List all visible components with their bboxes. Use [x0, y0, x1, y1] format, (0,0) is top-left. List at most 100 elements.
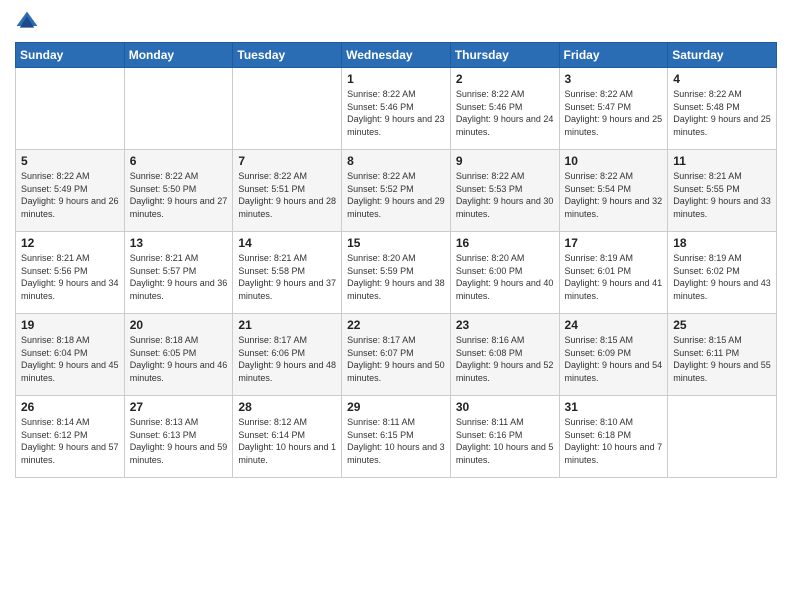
- day-number: 1: [347, 72, 445, 86]
- day-cell: 15 Sunrise: 8:20 AM Sunset: 5:59 PM Dayli…: [342, 232, 451, 314]
- day-cell: [668, 396, 777, 478]
- day-cell: 16 Sunrise: 8:20 AM Sunset: 6:00 PM Dayli…: [450, 232, 559, 314]
- day-info: Sunrise: 8:14 AM Sunset: 6:12 PM Dayligh…: [21, 416, 119, 466]
- page-header: [15, 10, 777, 34]
- day-info: Sunrise: 8:22 AM Sunset: 5:52 PM Dayligh…: [347, 170, 445, 220]
- day-cell: 12Sunrise: 8:21 AM Sunset: 5:56 PM Dayli…: [16, 232, 125, 314]
- day-number: 11: [673, 154, 771, 168]
- day-cell: 21Sunrise: 8:17 AM Sunset: 6:06 PM Dayli…: [233, 314, 342, 396]
- day-info: Sunrise: 8:22 AM Sunset: 5:47 PM Dayligh…: [565, 88, 663, 138]
- day-info: Sunrise: 8:17 AM Sunset: 6:07 PM Dayligh…: [347, 334, 445, 384]
- day-cell: 2Sunrise: 8:22 AM Sunset: 5:46 PM Daylig…: [450, 68, 559, 150]
- day-cell: 13Sunrise: 8:21 AM Sunset: 5:57 PM Dayli…: [124, 232, 233, 314]
- day-number: 16: [456, 236, 554, 250]
- day-cell: 6Sunrise: 8:22 AM Sunset: 5:50 PM Daylig…: [124, 150, 233, 232]
- logo: [15, 10, 43, 34]
- day-number: 15: [347, 236, 445, 250]
- day-number: 24: [565, 318, 663, 332]
- day-number: 7: [238, 154, 336, 168]
- week-row-5: 26Sunrise: 8:14 AM Sunset: 6:12 PM Dayli…: [16, 396, 777, 478]
- day-number: 27: [130, 400, 228, 414]
- day-number: 18: [673, 236, 771, 250]
- week-row-1: 1 Sunrise: 8:22 AM Sunset: 5:46 PM Daylig…: [16, 68, 777, 150]
- col-header-wednesday: Wednesday: [342, 43, 451, 68]
- day-cell: 31 Sunrise: 8:10 AM Sunset: 6:18 PM Dayli…: [559, 396, 668, 478]
- day-cell: 4 Sunrise: 8:22 AM Sunset: 5:48 PM Daylig…: [668, 68, 777, 150]
- day-info: Sunrise: 8:20 AM Sunset: 5:59 PM Dayligh…: [347, 252, 445, 302]
- day-cell: 24 Sunrise: 8:15 AM Sunset: 6:09 PM Dayli…: [559, 314, 668, 396]
- day-cell: 17 Sunrise: 8:19 AM Sunset: 6:01 PM Dayli…: [559, 232, 668, 314]
- calendar-table: SundayMondayTuesdayWednesdayThursdayFrid…: [15, 42, 777, 478]
- day-info: Sunrise: 8:22 AM Sunset: 5:54 PM Dayligh…: [565, 170, 663, 220]
- day-cell: 20Sunrise: 8:18 AM Sunset: 6:05 PM Dayli…: [124, 314, 233, 396]
- day-info: Sunrise: 8:12 AM Sunset: 6:14 PM Dayligh…: [238, 416, 336, 466]
- day-cell: 29 Sunrise: 8:11 AM Sunset: 6:15 PM Dayli…: [342, 396, 451, 478]
- page-container: SundayMondayTuesdayWednesdayThursdayFrid…: [0, 0, 792, 612]
- week-row-2: 5Sunrise: 8:22 AM Sunset: 5:49 PM Daylig…: [16, 150, 777, 232]
- day-info: Sunrise: 8:11 AM Sunset: 6:15 PM Dayligh…: [347, 416, 445, 466]
- day-cell: 11 Sunrise: 8:21 AM Sunset: 5:55 PM Dayli…: [668, 150, 777, 232]
- col-header-thursday: Thursday: [450, 43, 559, 68]
- day-number: 25: [673, 318, 771, 332]
- day-info: Sunrise: 8:21 AM Sunset: 5:56 PM Dayligh…: [21, 252, 119, 302]
- day-number: 31: [565, 400, 663, 414]
- day-info: Sunrise: 8:16 AM Sunset: 6:08 PM Dayligh…: [456, 334, 554, 384]
- day-number: 9: [456, 154, 554, 168]
- day-cell: 10 Sunrise: 8:22 AM Sunset: 5:54 PM Dayli…: [559, 150, 668, 232]
- day-cell: 23 Sunrise: 8:16 AM Sunset: 6:08 PM Dayli…: [450, 314, 559, 396]
- col-header-sunday: Sunday: [16, 43, 125, 68]
- day-number: 14: [238, 236, 336, 250]
- week-row-3: 12Sunrise: 8:21 AM Sunset: 5:56 PM Dayli…: [16, 232, 777, 314]
- day-cell: 9 Sunrise: 8:22 AM Sunset: 5:53 PM Daylig…: [450, 150, 559, 232]
- day-info: Sunrise: 8:19 AM Sunset: 6:02 PM Dayligh…: [673, 252, 771, 302]
- day-cell: 30 Sunrise: 8:11 AM Sunset: 6:16 PM Dayli…: [450, 396, 559, 478]
- day-info: Sunrise: 8:22 AM Sunset: 5:46 PM Dayligh…: [347, 88, 445, 138]
- day-cell: [16, 68, 125, 150]
- day-info: Sunrise: 8:21 AM Sunset: 5:57 PM Dayligh…: [130, 252, 228, 302]
- day-number: 21: [238, 318, 336, 332]
- day-cell: [233, 68, 342, 150]
- day-info: Sunrise: 8:13 AM Sunset: 6:13 PM Dayligh…: [130, 416, 228, 466]
- day-info: Sunrise: 8:19 AM Sunset: 6:01 PM Dayligh…: [565, 252, 663, 302]
- day-info: Sunrise: 8:21 AM Sunset: 5:55 PM Dayligh…: [673, 170, 771, 220]
- day-cell: 8 Sunrise: 8:22 AM Sunset: 5:52 PM Daylig…: [342, 150, 451, 232]
- day-info: Sunrise: 8:18 AM Sunset: 6:05 PM Dayligh…: [130, 334, 228, 384]
- day-cell: 19 Sunrise: 8:18 AM Sunset: 6:04 PM Dayli…: [16, 314, 125, 396]
- day-info: Sunrise: 8:22 AM Sunset: 5:49 PM Dayligh…: [21, 170, 119, 220]
- day-number: 6: [130, 154, 228, 168]
- day-cell: 1 Sunrise: 8:22 AM Sunset: 5:46 PM Daylig…: [342, 68, 451, 150]
- day-info: Sunrise: 8:15 AM Sunset: 6:11 PM Dayligh…: [673, 334, 771, 384]
- day-cell: 26Sunrise: 8:14 AM Sunset: 6:12 PM Dayli…: [16, 396, 125, 478]
- day-number: 23: [456, 318, 554, 332]
- day-info: Sunrise: 8:11 AM Sunset: 6:16 PM Dayligh…: [456, 416, 554, 466]
- day-number: 19: [21, 318, 119, 332]
- day-cell: 14Sunrise: 8:21 AM Sunset: 5:58 PM Dayli…: [233, 232, 342, 314]
- day-info: Sunrise: 8:10 AM Sunset: 6:18 PM Dayligh…: [565, 416, 663, 466]
- day-number: 10: [565, 154, 663, 168]
- day-cell: 7 Sunrise: 8:22 AM Sunset: 5:51 PM Daylig…: [233, 150, 342, 232]
- day-cell: [124, 68, 233, 150]
- day-info: Sunrise: 8:20 AM Sunset: 6:00 PM Dayligh…: [456, 252, 554, 302]
- day-number: 17: [565, 236, 663, 250]
- day-info: Sunrise: 8:15 AM Sunset: 6:09 PM Dayligh…: [565, 334, 663, 384]
- day-number: 28: [238, 400, 336, 414]
- day-number: 2: [456, 72, 554, 86]
- day-cell: 5Sunrise: 8:22 AM Sunset: 5:49 PM Daylig…: [16, 150, 125, 232]
- col-header-saturday: Saturday: [668, 43, 777, 68]
- day-cell: 28 Sunrise: 8:12 AM Sunset: 6:14 PM Dayli…: [233, 396, 342, 478]
- day-info: Sunrise: 8:22 AM Sunset: 5:51 PM Dayligh…: [238, 170, 336, 220]
- day-number: 22: [347, 318, 445, 332]
- day-number: 30: [456, 400, 554, 414]
- day-info: Sunrise: 8:22 AM Sunset: 5:53 PM Dayligh…: [456, 170, 554, 220]
- day-info: Sunrise: 8:22 AM Sunset: 5:48 PM Dayligh…: [673, 88, 771, 138]
- day-number: 8: [347, 154, 445, 168]
- col-header-tuesday: Tuesday: [233, 43, 342, 68]
- col-header-monday: Monday: [124, 43, 233, 68]
- day-number: 29: [347, 400, 445, 414]
- day-number: 4: [673, 72, 771, 86]
- col-header-friday: Friday: [559, 43, 668, 68]
- day-cell: 22 Sunrise: 8:17 AM Sunset: 6:07 PM Dayli…: [342, 314, 451, 396]
- day-cell: 25 Sunrise: 8:15 AM Sunset: 6:11 PM Dayli…: [668, 314, 777, 396]
- day-cell: 3Sunrise: 8:22 AM Sunset: 5:47 PM Daylig…: [559, 68, 668, 150]
- day-info: Sunrise: 8:18 AM Sunset: 6:04 PM Dayligh…: [21, 334, 119, 384]
